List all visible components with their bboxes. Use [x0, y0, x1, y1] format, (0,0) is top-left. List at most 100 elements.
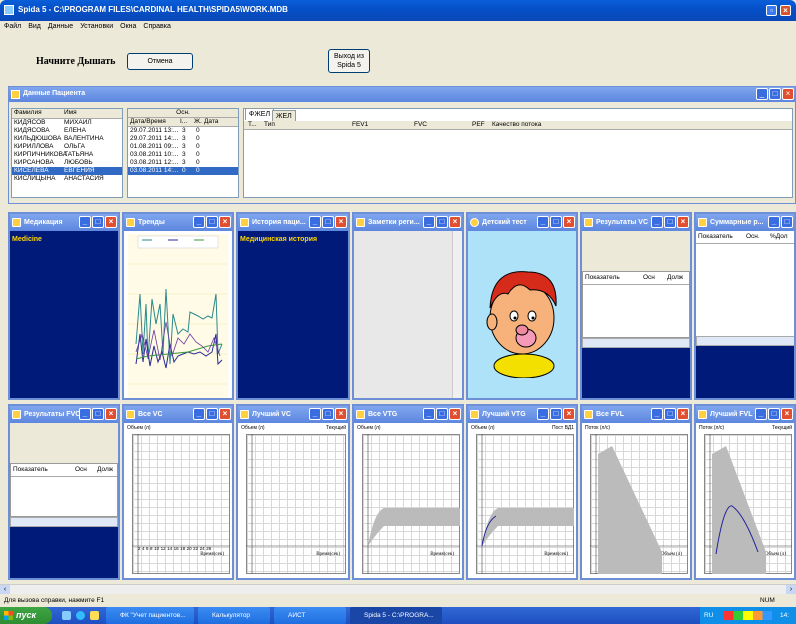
- close-icon[interactable]: ×: [335, 408, 347, 420]
- col-fvc[interactable]: FVC: [414, 121, 427, 129]
- col-firstname[interactable]: Имя: [64, 109, 77, 118]
- notes-scrollbar[interactable]: [452, 231, 462, 398]
- visit-row[interactable]: 03.08.2011 14:... 0 0: [128, 167, 238, 175]
- minimize-icon[interactable]: _: [309, 216, 321, 228]
- maximize-icon[interactable]: □: [550, 216, 562, 228]
- exit-button[interactable]: Выход из Spida 5: [328, 49, 370, 73]
- col-t[interactable]: Т...: [248, 121, 257, 129]
- maximize-icon[interactable]: □: [781, 216, 793, 228]
- patient-row[interactable]: КИРСАНОВА ЛЮБОВЬ: [12, 159, 122, 167]
- col-predicted[interactable]: Долж: [97, 466, 113, 474]
- taskbar-item-patients[interactable]: ФК "Учет пациентов...: [106, 607, 194, 624]
- visit-row[interactable]: 03.08.2011 10:... 3 0: [128, 151, 238, 159]
- visit-row[interactable]: 29.07.2011 14:... 3 0: [128, 135, 238, 143]
- maximize-icon[interactable]: □: [206, 408, 218, 420]
- col-fev1[interactable]: FEV1: [352, 121, 368, 129]
- minimize-icon[interactable]: _: [537, 216, 549, 228]
- minimize-icon[interactable]: _: [79, 216, 91, 228]
- restore-button[interactable]: ▫: [766, 5, 777, 16]
- col-base[interactable]: Осн: [75, 466, 97, 474]
- close-icon[interactable]: ×: [105, 216, 117, 228]
- close-icon[interactable]: ×: [449, 216, 461, 228]
- minimize-icon[interactable]: _: [537, 408, 549, 420]
- maximize-icon[interactable]: □: [769, 88, 781, 100]
- quicklaunch-ie-icon[interactable]: [76, 611, 85, 620]
- maximize-icon[interactable]: □: [664, 408, 676, 420]
- close-icon[interactable]: ×: [563, 408, 575, 420]
- col-zh[interactable]: Ж.: [194, 118, 204, 126]
- quicklaunch-folder-icon[interactable]: [90, 611, 99, 620]
- menu-file[interactable]: Файл: [4, 23, 21, 30]
- minimize-icon[interactable]: _: [768, 216, 780, 228]
- visit-row[interactable]: 01.08.2011 09:... 3 0: [128, 143, 238, 151]
- col-parameter[interactable]: Показатель: [585, 274, 643, 282]
- minimize-icon[interactable]: _: [193, 216, 205, 228]
- col-pef[interactable]: PEF: [472, 121, 485, 129]
- patient-row[interactable]: КИДЯСОВ МИХАИЛ: [12, 119, 122, 127]
- col-lastname[interactable]: Фамилия: [12, 109, 64, 118]
- close-icon[interactable]: ×: [105, 408, 117, 420]
- close-button[interactable]: ×: [780, 5, 791, 16]
- tab-fvc[interactable]: ФЖЕЛ: [245, 108, 275, 120]
- horizontal-scrollbar[interactable]: [696, 336, 794, 346]
- col-type[interactable]: Тип: [264, 121, 275, 129]
- patient-row[interactable]: КИРИЛЛОВА ОЛЬГА: [12, 143, 122, 151]
- col-date[interactable]: Дата/Время: [128, 118, 180, 126]
- menu-view[interactable]: Вид: [28, 23, 41, 30]
- language-indicator[interactable]: RU: [704, 612, 713, 619]
- close-icon[interactable]: ×: [449, 408, 461, 420]
- col-base[interactable]: Осн: [643, 274, 667, 282]
- maximize-icon[interactable]: □: [550, 408, 562, 420]
- col-base[interactable]: Осн.: [746, 233, 770, 241]
- scroll-right-icon[interactable]: ›: [786, 585, 796, 594]
- patient-row[interactable]: КИСЛИЦЫНА АНАСТАСИЯ: [12, 175, 122, 183]
- maximize-icon[interactable]: □: [92, 408, 104, 420]
- minimize-icon[interactable]: _: [651, 216, 663, 228]
- maximize-icon[interactable]: □: [206, 216, 218, 228]
- col-predicted[interactable]: Долж: [667, 274, 683, 282]
- minimize-icon[interactable]: _: [79, 408, 91, 420]
- taskbar-item-calculator[interactable]: Калькулятор: [198, 607, 270, 624]
- minimize-icon[interactable]: _: [651, 408, 663, 420]
- horizontal-scrollbar[interactable]: [582, 338, 690, 348]
- menu-help[interactable]: Справка: [143, 23, 170, 30]
- patient-row[interactable]: КИЛЬДЮШОВА ВАЛЕНТИНА: [12, 135, 122, 143]
- minimize-icon[interactable]: _: [193, 408, 205, 420]
- minimize-icon[interactable]: _: [423, 216, 435, 228]
- minimize-icon[interactable]: _: [756, 88, 768, 100]
- maximize-icon[interactable]: □: [664, 216, 676, 228]
- start-button[interactable]: пуск: [0, 607, 52, 624]
- minimize-icon[interactable]: _: [309, 408, 321, 420]
- patient-row[interactable]: КИДЯСОВА ЕЛЕНА: [12, 127, 122, 135]
- quicklaunch-icon[interactable]: [62, 611, 71, 620]
- taskbar-item-spida[interactable]: Spida 5 - C:\PROGRA...: [350, 607, 442, 624]
- patient-list[interactable]: Фамилия Имя КИДЯСОВ МИХАИЛ КИДЯСОВА ЕЛЕНА КИЛ…: [11, 108, 123, 198]
- minimize-icon[interactable]: _: [755, 408, 767, 420]
- close-icon[interactable]: ×: [563, 216, 575, 228]
- close-icon[interactable]: ×: [677, 216, 689, 228]
- horizontal-scrollbar[interactable]: [10, 517, 118, 527]
- visit-row[interactable]: 29.07.2011 13:... 3 0: [128, 127, 238, 135]
- menu-windows[interactable]: Окна: [120, 23, 136, 30]
- maximize-icon[interactable]: □: [322, 408, 334, 420]
- col-percent-predicted[interactable]: %Дол: [770, 233, 788, 241]
- maximize-icon[interactable]: □: [322, 216, 334, 228]
- maximize-icon[interactable]: □: [768, 408, 780, 420]
- patient-row[interactable]: КИРПИЧНИКОВА ТАТЬЯНА: [12, 151, 122, 159]
- close-icon[interactable]: ×: [219, 408, 231, 420]
- close-icon[interactable]: ×: [335, 216, 347, 228]
- patient-row[interactable]: КИСЕЛЕВА ЕВГЕНИЯ: [12, 167, 122, 175]
- main-horizontal-scrollbar[interactable]: ‹ ›: [0, 584, 796, 594]
- close-icon[interactable]: ×: [219, 216, 231, 228]
- menu-settings[interactable]: Установки: [80, 23, 113, 30]
- col-parameter[interactable]: Показатель: [698, 233, 746, 241]
- col-parameter[interactable]: Показатель: [13, 466, 75, 474]
- visit-list[interactable]: Осн. Дата/Время І... Ж. Дата 29.07.2011 13:…: [127, 108, 239, 198]
- visit-row[interactable]: 03.08.2011 12:... 3 0: [128, 159, 238, 167]
- minimize-icon[interactable]: _: [423, 408, 435, 420]
- scroll-left-icon[interactable]: ‹: [0, 585, 10, 594]
- maximize-icon[interactable]: □: [436, 216, 448, 228]
- maximize-icon[interactable]: □: [92, 216, 104, 228]
- col-date2[interactable]: Дата: [204, 118, 218, 126]
- menu-data[interactable]: Данные: [48, 23, 73, 30]
